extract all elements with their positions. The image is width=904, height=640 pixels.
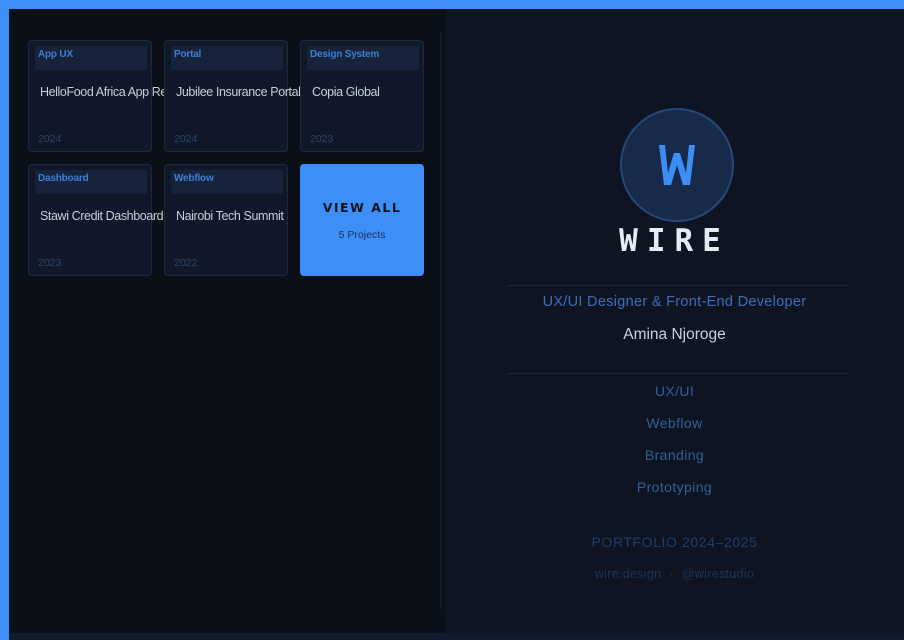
project-title: Jubilee Insurance Portal <box>176 85 301 99</box>
pane-divider <box>440 33 442 609</box>
profile-pane: WIRE UX/UI Designer & Front-End Develope… <box>445 9 904 633</box>
projects-pane: App UX HelloFood Africa App Redesign 202… <box>9 9 445 633</box>
bottom-strip <box>9 633 904 640</box>
project-grid: App UX HelloFood Africa App Redesign 202… <box>28 40 424 276</box>
project-title: Copia Global <box>312 85 380 99</box>
project-year: 2024 <box>174 133 198 145</box>
portfolio-label: PORTFOLIO 2024–2025 <box>591 534 758 550</box>
website-link[interactable]: wire.design <box>595 567 662 581</box>
project-title: Nairobi Tech Summit <box>176 209 284 223</box>
designer-name: Amina Njoroge <box>623 326 726 343</box>
project-card[interactable]: Dashboard Stawi Credit Dashboard 2023 <box>28 164 164 276</box>
skill-item[interactable]: Prototyping <box>445 479 904 495</box>
project-year: 2023 <box>310 133 334 145</box>
skill-item[interactable]: UX/UI <box>445 383 904 399</box>
project-card[interactable]: Webflow Nairobi Tech Summit 2022 <box>164 164 288 276</box>
brand-wordmark: WIRE <box>619 223 730 259</box>
project-card[interactable]: Portal Jubilee Insurance Portal 2024 <box>164 40 301 152</box>
divider-line <box>507 285 849 286</box>
project-tag: Design System <box>307 46 419 70</box>
project-title: Stawi Credit Dashboard <box>40 209 164 223</box>
skill-item[interactable]: Branding <box>445 447 904 463</box>
project-card[interactable]: Design System Copia Global 2023 <box>300 40 424 152</box>
project-year: 2024 <box>38 133 62 145</box>
logo-badge <box>620 108 734 222</box>
project-year: 2022 <box>174 257 198 269</box>
project-tag: Webflow <box>171 170 283 194</box>
role-title: UX/UI Designer & Front-End Developer <box>542 294 807 310</box>
project-tag: App UX <box>35 46 147 70</box>
project-year: 2023 <box>38 257 62 269</box>
skill-item[interactable]: Webflow <box>445 415 904 431</box>
project-card[interactable]: App UX HelloFood Africa App Redesign 202… <box>28 40 202 152</box>
project-count: 5 Projects <box>338 229 386 241</box>
project-tag: Portal <box>171 46 283 70</box>
portfolio-window: App UX HelloFood Africa App Redesign 202… <box>9 9 904 633</box>
view-all-label: VIEW ALL <box>322 200 402 215</box>
contact-links: wire.design · @wirestudio <box>445 567 904 581</box>
view-all-button[interactable]: VIEW ALL 5 Projects <box>300 164 424 276</box>
logo-w-icon <box>659 145 695 185</box>
divider-line <box>507 373 849 374</box>
social-handle-link[interactable]: @wirestudio <box>682 567 754 581</box>
project-tag: Dashboard <box>35 170 147 194</box>
separator: · <box>669 567 674 581</box>
